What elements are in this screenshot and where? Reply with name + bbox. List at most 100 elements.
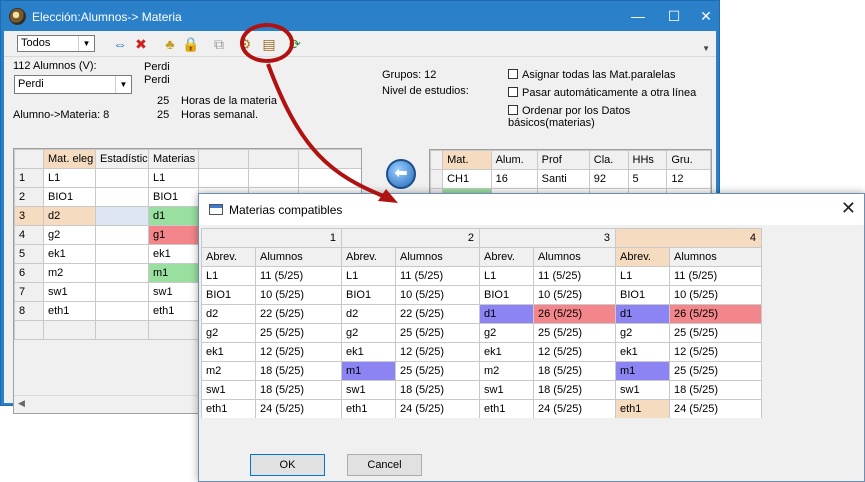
grid-cell[interactable]: 12 [666,169,711,189]
subject-abbrev-cell[interactable]: sw1 [201,380,256,400]
lock-icon[interactable]: 🔒 [182,35,200,53]
column-header[interactable] [14,149,44,169]
chevron-down-icon[interactable]: ▼ [78,36,94,51]
subject-abbrev-cell[interactable]: d2 [201,304,256,324]
grid-cell[interactable] [248,168,299,188]
subject-abbrev-cell[interactable]: L1 [341,266,396,286]
subject-abbrev-cell[interactable]: m2 [201,361,256,381]
student-count-cell[interactable]: 24 (5/25) [669,399,762,418]
checkbox[interactable] [508,69,518,79]
student-count-cell[interactable]: 22 (5/25) [255,304,342,324]
grid-cell[interactable]: Santi [536,169,590,189]
subject-abbrev-cell[interactable]: sw1 [479,380,534,400]
subject-abbrev-cell[interactable]: L1 [479,266,534,286]
subject-abbrev-cell[interactable]: sw1 [341,380,396,400]
student-count-cell[interactable]: 10 (5/25) [255,285,342,305]
grid-cell[interactable]: BIO1 [43,187,96,207]
subject-abbrev-cell[interactable]: m1 [615,361,670,381]
student-dropdown[interactable]: Perdi ▼ [14,75,132,94]
subject-abbrev-cell[interactable]: g2 [615,323,670,343]
grid-cell[interactable] [95,263,149,283]
column-header[interactable]: Abrev. [615,247,670,267]
subject-abbrev-cell[interactable]: g2 [341,323,396,343]
student-count-cell[interactable]: 18 (5/25) [533,380,616,400]
student-count-cell[interactable]: 25 (5/25) [255,323,342,343]
student-count-cell[interactable]: 22 (5/25) [395,304,480,324]
student-count-cell[interactable]: 11 (5/25) [255,266,342,286]
grid-cell[interactable]: sw1 [43,282,96,302]
grid-cell[interactable] [95,244,149,264]
grid-cell[interactable] [95,187,149,207]
student-count-cell[interactable]: 11 (5/25) [533,266,616,286]
table-row[interactable]: g2 25 (5/25) g2 25 (5/25) g2 25 (5/25) g2 25 (5… [201,323,762,343]
subject-abbrev-cell[interactable]: ek1 [201,342,256,362]
option-sort-basic-data[interactable]: Ordenar por los Datos básicos(materias) [508,105,712,129]
column-header[interactable]: Mat. [442,150,492,170]
cancel-button[interactable]: Cancel [347,454,422,476]
minimize-button[interactable]: — [625,6,651,26]
subject-abbrev-cell[interactable]: ek1 [341,342,396,362]
subject-abbrev-cell[interactable]: BIO1 [479,285,534,305]
subject-abbrev-cell[interactable]: g2 [479,323,534,343]
column-header[interactable]: Alum. [490,150,538,170]
grid-cell[interactable]: L1 [148,168,199,188]
column-header[interactable]: Prof [536,150,590,170]
student-count-cell[interactable]: 26 (5/25) [533,304,616,324]
scroll-left-icon[interactable]: ◀ [18,398,25,409]
grid-cell[interactable]: 4 [14,225,44,245]
dialog-title-bar[interactable]: Materias compatibles ✕ [199,194,864,225]
student-count-cell[interactable]: 11 (5/25) [669,266,762,286]
student-count-cell[interactable]: 24 (5/25) [533,399,616,418]
column-header[interactable] [198,149,249,169]
table-row[interactable]: ek1 12 (5/25) ek1 12 (5/25) ek1 12 (5/25) ek1 1… [201,342,762,362]
subject-abbrev-cell[interactable]: d1 [479,304,534,324]
subject-abbrev-cell[interactable]: m1 [341,361,396,381]
subject-abbrev-cell[interactable]: m2 [479,361,534,381]
subject-abbrev-cell[interactable]: sw1 [615,380,670,400]
student-count-cell[interactable]: 12 (5/25) [669,342,762,362]
subject-abbrev-cell[interactable]: ek1 [615,342,670,362]
delete-x-icon[interactable]: ✖ [132,35,150,53]
grid-cell[interactable]: 16 [490,169,538,189]
student-count-cell[interactable]: 12 (5/25) [395,342,480,362]
filter-dropdown[interactable]: Todos ▼ [17,35,95,52]
student-count-cell[interactable]: 25 (5/25) [669,361,762,381]
table-row[interactable]: BIO1 10 (5/25) BIO1 10 (5/25) BIO1 10 (5/25) B… [201,285,762,305]
student-count-cell[interactable]: 24 (5/25) [255,399,342,418]
student-count-cell[interactable]: 25 (5/25) [669,323,762,343]
column-header[interactable]: Abrev. [201,247,256,267]
student-count-cell[interactable]: 12 (5/25) [255,342,342,362]
grid-cell[interactable]: ek1 [148,244,199,264]
checkbox[interactable] [508,87,518,97]
table-row[interactable]: m2 18 (5/25) m1 25 (5/25) m2 18 (5/25) m1 25 (5… [201,361,762,381]
subject-abbrev-cell[interactable]: eth1 [615,399,670,418]
table-row[interactable]: sw1 18 (5/25) sw1 18 (5/25) sw1 18 (5/25) sw1 1… [201,380,762,400]
column-header[interactable]: Mat. eleg [43,149,96,169]
grid-cell[interactable]: 5 [14,244,44,264]
grid-cell[interactable]: g1 [148,225,199,245]
student-count-cell[interactable]: 18 (5/25) [255,380,342,400]
column-header[interactable]: Gru. [666,150,711,170]
subject-abbrev-cell[interactable]: eth1 [479,399,534,418]
compatible-subjects-grid[interactable]: 1 2 3 4 Abrev. Alumnos Abrev. Alumnos Abrev. Alum… [201,228,763,418]
subject-abbrev-cell[interactable]: d1 [615,304,670,324]
subject-abbrev-cell[interactable]: g2 [201,323,256,343]
grid-cell[interactable]: d2 [43,206,96,226]
grid-cell[interactable]: ek1 [43,244,96,264]
grid-cell[interactable]: BIO1 [148,187,199,207]
grid-cell[interactable]: eth1 [43,301,96,321]
grid-cell[interactable] [298,168,361,188]
student-count-cell[interactable]: 12 (5/25) [533,342,616,362]
copy-icon[interactable]: ⧉ [210,35,228,53]
grid-cell[interactable]: 5 [627,169,668,189]
student-count-cell[interactable]: 10 (5/25) [395,285,480,305]
student-count-cell[interactable]: 25 (5/25) [533,323,616,343]
grid-cell[interactable] [95,168,149,188]
student-count-cell[interactable]: 26 (5/25) [669,304,762,324]
grid-cell[interactable]: L1 [43,168,96,188]
grid-cell[interactable] [95,301,149,321]
column-header[interactable]: Abrev. [341,247,396,267]
column-header[interactable] [430,150,444,170]
grid-cell[interactable]: 8 [14,301,44,321]
option-assign-parallel[interactable]: Asignar todas las Mat.paralelas [508,69,675,81]
